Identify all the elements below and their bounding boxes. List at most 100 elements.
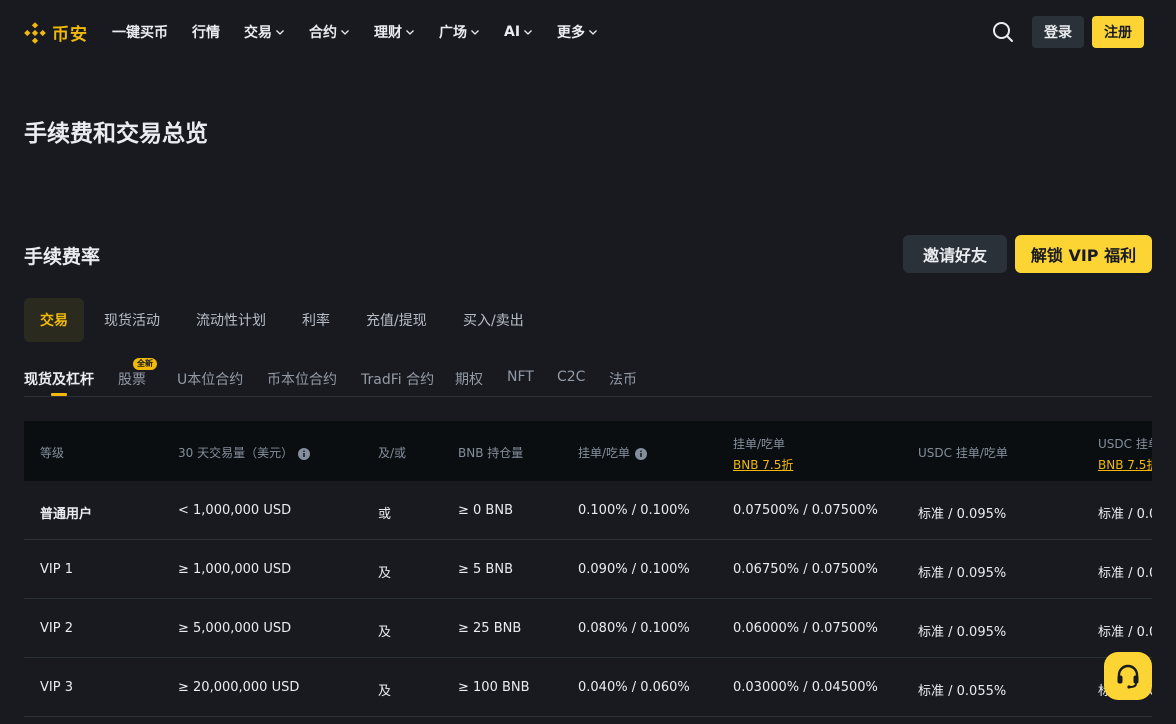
nav-item-ai[interactable]: AI [504,22,533,42]
page-title: 手续费和交易总览 [24,121,208,147]
cell-volume: < 1,000,000 USD [178,503,292,518]
subtab-usdm-futures[interactable]: U本位合约 [177,369,243,389]
invite-friends-button[interactable]: 邀请好友 [903,235,1007,273]
table-row: VIP 1 ≥ 1,000,000 USD 及 ≥ 5 BNB 0.090% /… [24,540,1152,599]
chevron-down-icon [524,30,533,35]
nav-label: 一键买币 [112,25,168,41]
cell-volume: ≥ 5,000,000 USD [178,621,292,636]
cell-usdc-maker-taker-bnb: 标准 / 0.071% [1098,566,1152,581]
tab-deposit-withdraw[interactable]: 充值/提现 [366,298,427,342]
nav-item-trade[interactable]: 交易 [244,22,285,42]
cell-and-or: 及 [378,566,392,581]
cell-maker-taker-bnb: 0.03000% / 0.04500% [733,680,878,695]
nav-item-square[interactable]: 广场 [439,22,480,42]
nav-item-earn[interactable]: 理财 [374,22,415,42]
headset-icon [1117,664,1139,689]
header-30d-volume-label: 30 天交易量（美元） [178,446,294,460]
tab-buy-sell[interactable]: 买入/卖出 [463,298,524,342]
table-header: 等级 30 天交易量（美元） 及/或 BNB 持仓量 挂单/吃单 挂单/吃单 B… [24,421,1152,481]
subtab-coinm-futures[interactable]: 币本位合约 [267,369,337,389]
cell-maker-taker-bnb: 0.06750% / 0.07500% [733,562,878,577]
nav-label: 合约 [309,25,337,41]
chevron-down-icon [589,30,598,35]
binance-logo[interactable]: 币安 [24,20,88,45]
cell-maker-taker: 0.040% / 0.060% [578,680,690,695]
nav-label: 广场 [439,25,467,41]
cell-maker-taker: 0.080% / 0.100% [578,621,690,636]
nav-item-markets[interactable]: 行情 [192,22,220,42]
chevron-down-icon [341,30,349,35]
nav-label: 更多 [557,25,586,41]
nav-label: 理财 [374,25,402,41]
nav-label: AI [504,24,521,40]
chevron-down-icon [471,30,479,35]
subtab-nft[interactable]: NFT [507,369,534,385]
subtab-tradfi-futures[interactable]: TradFi 合约 [361,369,434,389]
chevron-down-icon [276,30,284,35]
subtab-options[interactable]: 期权 [455,369,483,389]
header-usdc-maker-taker-bnb: USDC 挂单/吃单 BNB 7.5折 [1098,435,1152,473]
search-icon[interactable] [992,21,1014,43]
logo-text: 币安 [52,25,88,45]
new-badge: 全新 [133,358,157,370]
cell-usdc-maker-taker: 标准 / 0.055% [918,684,1007,699]
cell-bnb-balance: ≥ 0 BNB [458,503,513,518]
cell-level: VIP 1 [40,562,73,577]
chevron-down-icon [406,30,414,35]
table-row: 普通用户 < 1,000,000 USD 或 ≥ 0 BNB 0.100% / … [24,481,1152,540]
cell-usdc-maker-taker: 标准 / 0.095% [918,625,1007,640]
cell-maker-taker: 0.090% / 0.100% [578,562,690,577]
fee-rate-table: 等级 30 天交易量（美元） 及/或 BNB 持仓量 挂单/吃单 挂单/吃单 B… [24,421,1152,724]
nav-item-futures[interactable]: 合约 [309,22,350,42]
table-row: VIP 2 ≥ 5,000,000 USD 及 ≥ 25 BNB 0.080% … [24,599,1152,658]
cell-usdc-maker-taker-bnb: 标准 / 0.071% [1098,625,1152,640]
cell-bnb-balance: ≥ 25 BNB [458,621,522,636]
cell-and-or: 及 [378,684,392,699]
register-button[interactable]: 注册 [1092,16,1144,48]
tab-liquidity-program[interactable]: 流动性计划 [196,298,266,342]
cell-volume: ≥ 1,000,000 USD [178,562,292,577]
header-maker-taker-bnb-label: 挂单/吃单 [733,437,786,451]
header-maker-taker-label: 挂单/吃单 [578,446,631,460]
cell-maker-taker-bnb: 0.06000% / 0.07500% [733,621,878,636]
header-usdc-maker-taker-bnb-label: USDC 挂单/吃单 [1098,437,1152,451]
subtab-spot-margin[interactable]: 现货及杠杆 [24,369,94,389]
section-title: 手续费率 [24,246,101,268]
nav-label: 行情 [192,25,220,41]
cell-and-or: 或 [378,507,392,522]
cell-level: 普通用户 [40,507,93,522]
nav-item-buy-crypto[interactable]: 一键买币 [112,22,168,42]
nav-item-more[interactable]: 更多 [557,22,598,42]
tab-divider [24,396,1152,397]
info-icon[interactable] [298,447,311,460]
header-maker-taker: 挂单/吃单 [578,444,648,461]
bnb-discount-link[interactable]: BNB 7.5折 [1098,456,1152,473]
cell-usdc-maker-taker: 标准 / 0.095% [918,507,1007,522]
cell-bnb-balance: ≥ 100 BNB [458,680,530,695]
header-30d-volume: 30 天交易量（美元） [178,444,311,461]
bnb-discount-link[interactable]: BNB 7.5折 [733,456,793,473]
cell-level: VIP 2 [40,621,73,636]
subtab-c2c[interactable]: C2C [557,369,585,385]
header-maker-taker-bnb: 挂单/吃单 BNB 7.5折 [733,435,793,473]
login-button[interactable]: 登录 [1032,16,1084,48]
info-icon[interactable] [635,447,648,460]
cell-bnb-balance: ≥ 5 BNB [458,562,513,577]
header-and-or: 及/或 [378,446,407,460]
header-bnb-balance: BNB 持仓量 [458,446,524,460]
unlock-vip-button[interactable]: 解锁 VIP 福利 [1015,235,1152,273]
cell-maker-taker: 0.100% / 0.100% [578,503,690,518]
header-usdc-maker-taker: USDC 挂单/吃单 [918,446,1008,460]
subtab-fiat[interactable]: 法币 [609,369,637,389]
cell-volume: ≥ 20,000,000 USD [178,680,300,695]
subtab-stocks[interactable]: 股票 [118,369,146,389]
tab-trading[interactable]: 交易 [24,298,84,342]
cell-level: VIP 3 [40,680,73,695]
support-chat-button[interactable] [1104,652,1152,700]
main-nav: 一键买币 行情 交易 合约 理财 广场 AI 更多 [112,22,622,42]
cell-usdc-maker-taker: 标准 / 0.095% [918,566,1007,581]
header-level: 等级 [40,446,65,460]
top-navbar: 币安 一键买币 行情 交易 合约 理财 广场 AI 更多 登录 注册 [0,0,1176,64]
tab-spot-activity[interactable]: 现货活动 [104,298,160,342]
tab-interest-rate[interactable]: 利率 [302,298,330,342]
